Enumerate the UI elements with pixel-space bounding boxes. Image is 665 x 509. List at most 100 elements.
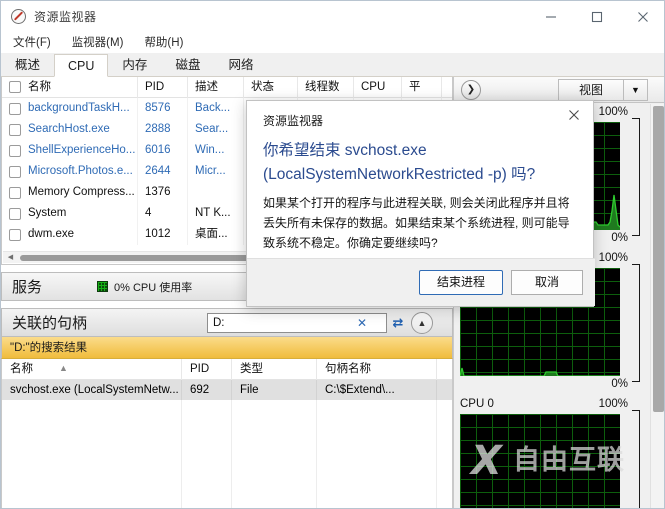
column-header-description[interactable]: 描述 (188, 76, 244, 98)
window-controls (528, 1, 664, 32)
process-name: Memory Compress... (28, 186, 135, 198)
chevron-down-icon[interactable]: ▼ (624, 79, 648, 101)
handles-section-header[interactable]: 关联的句柄 ✕ ⇄ ▲ (1, 308, 453, 337)
dialog-title: 资源监视器 (263, 114, 324, 128)
graph-vertical-scrollbar[interactable] (650, 104, 664, 508)
process-name: dwm.exe (28, 228, 75, 240)
graph-ymax-label: 100% (598, 398, 628, 410)
column-header-average[interactable]: 平 (402, 76, 442, 98)
services-label: 服务 (12, 279, 43, 296)
process-pid: 8576 (138, 98, 188, 119)
handles-empty-area (2, 400, 452, 508)
handle-process-name: svchost.exe (LocalSystemNetw... (2, 380, 182, 400)
tab-network[interactable]: 网络 (214, 53, 268, 76)
graph-axis-bracket (632, 264, 640, 382)
column-header-name[interactable]: 名称 (2, 76, 138, 98)
window-title: 资源监视器 (34, 10, 97, 24)
handle-pid: 692 (182, 380, 232, 400)
graph-ymax-label: 100% (598, 106, 628, 118)
cpu0-graph: CPU 0 100% 0% (454, 396, 650, 508)
dialog-close-icon[interactable] (557, 103, 591, 131)
process-pid: 2644 (138, 161, 188, 182)
handle-column-pid[interactable]: PID (182, 359, 232, 380)
services-cpu-meter-icon (97, 281, 109, 292)
process-name: ShellExperienceHo... (28, 144, 136, 156)
table-row[interactable]: svchost.exe (LocalSystemNetw... 692 File… (2, 380, 452, 400)
end-process-button[interactable]: 结束进程 (419, 270, 503, 295)
row-checkbox[interactable] (9, 123, 21, 136)
process-name: System (28, 207, 67, 219)
handles-pane: ▲ 名称 PID 类型 句柄名称 svchost.exe (LocalSyste… (1, 359, 453, 508)
process-pid: 1012 (138, 224, 188, 245)
process-name: SearchHost.exe (28, 123, 110, 135)
column-header-status[interactable]: ▲ 状态 (244, 76, 298, 98)
row-checkbox[interactable] (9, 144, 21, 157)
graph-plot (460, 414, 620, 508)
select-all-checkbox[interactable] (9, 81, 21, 93)
column-header-cpu[interactable]: CPU (354, 76, 402, 98)
dialog-body-text: 如果某个打开的程序与此进程关联, 则会关闭此程序并且将丢失所有未保存的数据。如果… (263, 196, 570, 250)
graph-ymin-label: 0% (611, 378, 628, 390)
expand-panel-button[interactable]: ❯ (461, 80, 481, 100)
sort-ascending-icon: ▲ (59, 363, 68, 373)
process-description (188, 182, 244, 203)
handle-column-name[interactable]: ▲ 名称 (2, 359, 182, 380)
handle-column-handle-name[interactable]: 句柄名称 (317, 359, 437, 380)
graph-axis-bracket (632, 118, 640, 236)
view-button[interactable]: 视图 (558, 79, 624, 101)
process-name: backgroundTaskH... (28, 102, 130, 114)
process-pid: 6016 (138, 140, 188, 161)
menu-item-monitor[interactable]: 监视器(M) (63, 32, 133, 52)
column-header-pid[interactable]: PID (138, 76, 188, 98)
tab-cpu[interactable]: CPU (54, 54, 109, 77)
graph-title: CPU 0 (460, 398, 494, 410)
search-refresh-icon[interactable]: ⇄ (389, 314, 407, 332)
maximize-button[interactable] (574, 1, 620, 32)
processes-header-row: 名称 PID 描述 ▲ 状态 线程数 CPU 平 (2, 76, 452, 98)
row-checkbox[interactable] (9, 165, 21, 178)
end-process-dialog: 资源监视器 你希望结束 svchost.exe (LocalSystemNetw… (246, 100, 595, 307)
row-checkbox[interactable] (9, 102, 21, 115)
handles-collapse-button[interactable]: ▲ (411, 312, 433, 334)
cancel-button[interactable]: 取消 (511, 270, 583, 295)
handle-name: C:\$Extend\... (317, 380, 437, 400)
services-cpu-usage: 0% CPU 使用率 (114, 281, 193, 294)
graph-axis-bracket (632, 410, 640, 508)
tab-disk[interactable]: 磁盘 (161, 53, 215, 76)
process-name: Microsoft.Photos.e... (28, 165, 133, 177)
minimize-button[interactable] (528, 1, 574, 32)
process-pid: 4 (138, 203, 188, 224)
column-header-threads[interactable]: 线程数 (298, 76, 354, 98)
menu-item-file[interactable]: 文件(F) (4, 32, 60, 52)
handles-header-row: ▲ 名称 PID 类型 句柄名称 (2, 359, 452, 380)
row-checkbox[interactable] (9, 207, 21, 220)
row-checkbox[interactable] (9, 228, 21, 241)
tab-overview[interactable]: 概述 (1, 53, 55, 76)
process-description: 桌面... (188, 224, 244, 245)
clear-search-icon[interactable]: ✕ (354, 316, 370, 330)
close-button[interactable] (620, 1, 664, 32)
process-description: Sear... (188, 119, 244, 140)
resource-monitor-icon (11, 8, 27, 25)
search-input[interactable] (208, 314, 354, 332)
menu-bar: 文件(F) 监视器(M) 帮助(H) (1, 32, 664, 53)
process-description: Back... (188, 98, 244, 119)
handle-column-type[interactable]: 类型 (232, 359, 317, 380)
row-checkbox[interactable] (9, 186, 21, 199)
handle-type: File (232, 380, 317, 400)
dialog-footer: 结束进程 取消 (247, 258, 595, 306)
scroll-left-icon[interactable]: ◀ (4, 252, 17, 264)
process-pid: 1376 (138, 182, 188, 203)
tab-memory[interactable]: 内存 (108, 53, 162, 76)
process-description: Win... (188, 140, 244, 161)
handles-label: 关联的句柄 (12, 315, 88, 332)
process-description: NT K... (188, 203, 244, 224)
process-description: Micr... (188, 161, 244, 182)
dialog-heading: 你希望结束 svchost.exe (LocalSystemNetworkRes… (263, 142, 536, 183)
window-titlebar: 资源监视器 (1, 1, 664, 32)
menu-item-help[interactable]: 帮助(H) (135, 32, 192, 52)
search-result-banner: "D:"的搜索结果 (1, 337, 453, 359)
scrollbar-thumb[interactable] (653, 106, 664, 412)
resource-monitor-window: 资源监视器 文件(F) 监视器(M) 帮助(H) 概述 CPU 内存 磁盘 网络 (0, 0, 665, 509)
handles-search-box[interactable]: ✕ (207, 313, 387, 333)
